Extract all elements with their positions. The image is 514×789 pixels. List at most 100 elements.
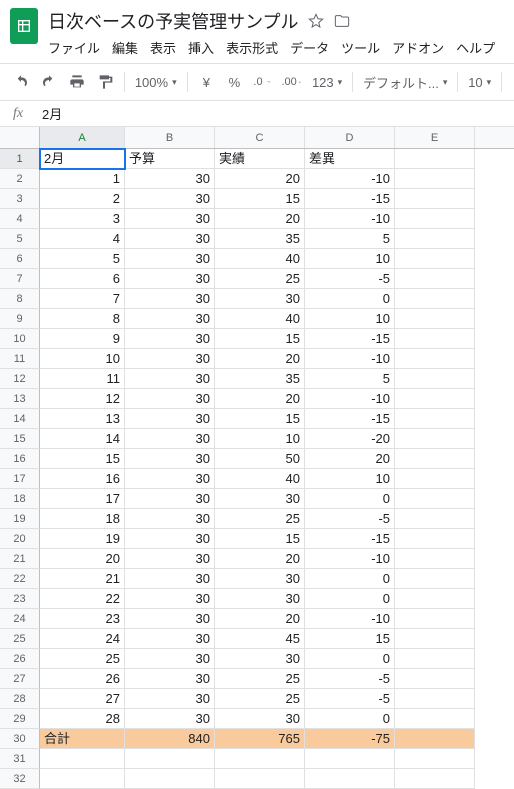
cell-E4[interactable] [395, 209, 475, 229]
cell-B24[interactable]: 30 [125, 609, 215, 629]
cell-B22[interactable]: 30 [125, 569, 215, 589]
cell-D22[interactable]: 0 [305, 569, 395, 589]
cell-D14[interactable]: -15 [305, 409, 395, 429]
cell-B16[interactable]: 30 [125, 449, 215, 469]
cell-C23[interactable]: 30 [215, 589, 305, 609]
cell-D12[interactable]: 5 [305, 369, 395, 389]
cell-B2[interactable]: 30 [125, 169, 215, 189]
cell-A9[interactable]: 8 [40, 309, 125, 329]
cell-A25[interactable]: 24 [40, 629, 125, 649]
cell-A6[interactable]: 5 [40, 249, 125, 269]
cell-B18[interactable]: 30 [125, 489, 215, 509]
sheets-app-icon[interactable] [10, 8, 38, 44]
cell-D27[interactable]: -5 [305, 669, 395, 689]
row-header-12[interactable]: 12 [0, 369, 40, 389]
row-header-30[interactable]: 30 [0, 729, 40, 749]
cell-A2[interactable]: 1 [40, 169, 125, 189]
cell-E30[interactable] [395, 729, 475, 749]
cell-D25[interactable]: 15 [305, 629, 395, 649]
row-header-22[interactable]: 22 [0, 569, 40, 589]
cell-A4[interactable]: 3 [40, 209, 125, 229]
cell-C6[interactable]: 40 [215, 249, 305, 269]
cell-D17[interactable]: 10 [305, 469, 395, 489]
formula-input[interactable]: 2月 [36, 104, 514, 123]
cell-C19[interactable]: 25 [215, 509, 305, 529]
menu-編集[interactable]: 編集 [112, 38, 138, 57]
row-header-1[interactable]: 1 [0, 149, 40, 169]
col-header-A[interactable]: A [40, 127, 125, 148]
cell-A23[interactable]: 22 [40, 589, 125, 609]
cell-C29[interactable]: 30 [215, 709, 305, 729]
print-button[interactable] [64, 69, 90, 95]
cell-A16[interactable]: 15 [40, 449, 125, 469]
cell-C27[interactable]: 25 [215, 669, 305, 689]
format-percent-button[interactable]: % [221, 69, 247, 95]
redo-button[interactable] [36, 69, 62, 95]
cell-E1[interactable] [395, 149, 475, 169]
cell-D7[interactable]: -5 [305, 269, 395, 289]
cell-A19[interactable]: 18 [40, 509, 125, 529]
cell-E9[interactable] [395, 309, 475, 329]
cell-E2[interactable] [395, 169, 475, 189]
cell-B26[interactable]: 30 [125, 649, 215, 669]
cell-D1[interactable]: 差異 [305, 149, 395, 169]
cell-E19[interactable] [395, 509, 475, 529]
row-header-29[interactable]: 29 [0, 709, 40, 729]
cell-A14[interactable]: 13 [40, 409, 125, 429]
cell-B20[interactable]: 30 [125, 529, 215, 549]
cell-D31[interactable] [305, 749, 395, 769]
cell-C13[interactable]: 20 [215, 389, 305, 409]
cell-A20[interactable]: 19 [40, 529, 125, 549]
cell-D21[interactable]: -10 [305, 549, 395, 569]
row-header-10[interactable]: 10 [0, 329, 40, 349]
cell-C14[interactable]: 15 [215, 409, 305, 429]
cell-D26[interactable]: 0 [305, 649, 395, 669]
cell-A13[interactable]: 12 [40, 389, 125, 409]
col-header-B[interactable]: B [125, 127, 215, 148]
cell-E11[interactable] [395, 349, 475, 369]
cell-A22[interactable]: 21 [40, 569, 125, 589]
menu-データ[interactable]: データ [290, 38, 329, 57]
cell-B10[interactable]: 30 [125, 329, 215, 349]
cell-A29[interactable]: 28 [40, 709, 125, 729]
number-format-select[interactable]: 123▾ [308, 75, 346, 90]
cell-C9[interactable]: 40 [215, 309, 305, 329]
cell-B23[interactable]: 30 [125, 589, 215, 609]
cell-E28[interactable] [395, 689, 475, 709]
row-header-32[interactable]: 32 [0, 769, 40, 789]
cell-D15[interactable]: -20 [305, 429, 395, 449]
cell-C25[interactable]: 45 [215, 629, 305, 649]
cell-A15[interactable]: 14 [40, 429, 125, 449]
menu-表示形式[interactable]: 表示形式 [226, 38, 278, 57]
row-header-7[interactable]: 7 [0, 269, 40, 289]
menu-ファイル[interactable]: ファイル [48, 38, 100, 57]
cell-E10[interactable] [395, 329, 475, 349]
cell-C30[interactable]: 765 [215, 729, 305, 749]
cell-A10[interactable]: 9 [40, 329, 125, 349]
cell-E6[interactable] [395, 249, 475, 269]
cell-B9[interactable]: 30 [125, 309, 215, 329]
cell-E29[interactable] [395, 709, 475, 729]
cell-D3[interactable]: -15 [305, 189, 395, 209]
row-header-4[interactable]: 4 [0, 209, 40, 229]
cell-C12[interactable]: 35 [215, 369, 305, 389]
cell-B31[interactable] [125, 749, 215, 769]
cell-C28[interactable]: 25 [215, 689, 305, 709]
cell-D18[interactable]: 0 [305, 489, 395, 509]
cell-C26[interactable]: 30 [215, 649, 305, 669]
cell-C31[interactable] [215, 749, 305, 769]
cell-C1[interactable]: 実績 [215, 149, 305, 169]
cell-D23[interactable]: 0 [305, 589, 395, 609]
cell-D2[interactable]: -10 [305, 169, 395, 189]
cell-B7[interactable]: 30 [125, 269, 215, 289]
row-header-27[interactable]: 27 [0, 669, 40, 689]
cell-C5[interactable]: 35 [215, 229, 305, 249]
cell-B32[interactable] [125, 769, 215, 789]
row-header-16[interactable]: 16 [0, 449, 40, 469]
row-header-8[interactable]: 8 [0, 289, 40, 309]
font-size-select[interactable]: 10▾ [464, 75, 495, 90]
cell-B13[interactable]: 30 [125, 389, 215, 409]
cell-B3[interactable]: 30 [125, 189, 215, 209]
cell-E26[interactable] [395, 649, 475, 669]
cell-E23[interactable] [395, 589, 475, 609]
